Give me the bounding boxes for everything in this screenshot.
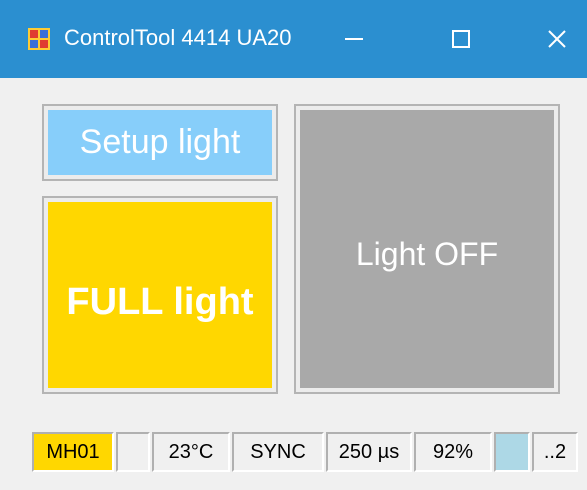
status-color-indicator [494,432,530,472]
minimize-icon [345,38,363,40]
full-light-label: FULL light [48,202,272,388]
window-title: ControlTool 4414 UA20 [64,25,292,50]
title-bar[interactable]: ControlTool 4414 UA20 [0,0,587,78]
light-off-label: Light OFF [300,110,554,388]
main-window: ControlTool 4414 UA20 Setup light FULL l… [0,0,587,490]
app-window-icon [28,28,50,50]
minimize-button[interactable] [325,0,383,78]
maximize-button[interactable] [432,0,490,78]
status-bar: MH01 23°C SYNC 250 µs 92% ..2 [32,432,580,474]
status-empty [116,432,150,472]
status-exposure: 250 µs [326,432,412,472]
status-more[interactable]: ..2 [532,432,578,472]
setup-light-button[interactable]: Setup light [42,104,278,181]
full-light-button[interactable]: FULL light [42,196,278,394]
maximize-icon [452,30,470,48]
close-button[interactable] [528,0,586,78]
close-icon [548,30,566,48]
light-off-button[interactable]: Light OFF [294,104,560,394]
status-device: MH01 [32,432,114,472]
setup-light-label: Setup light [48,110,272,175]
status-temperature: 23°C [152,432,230,472]
status-sync: SYNC [232,432,324,472]
status-percent: 92% [414,432,492,472]
